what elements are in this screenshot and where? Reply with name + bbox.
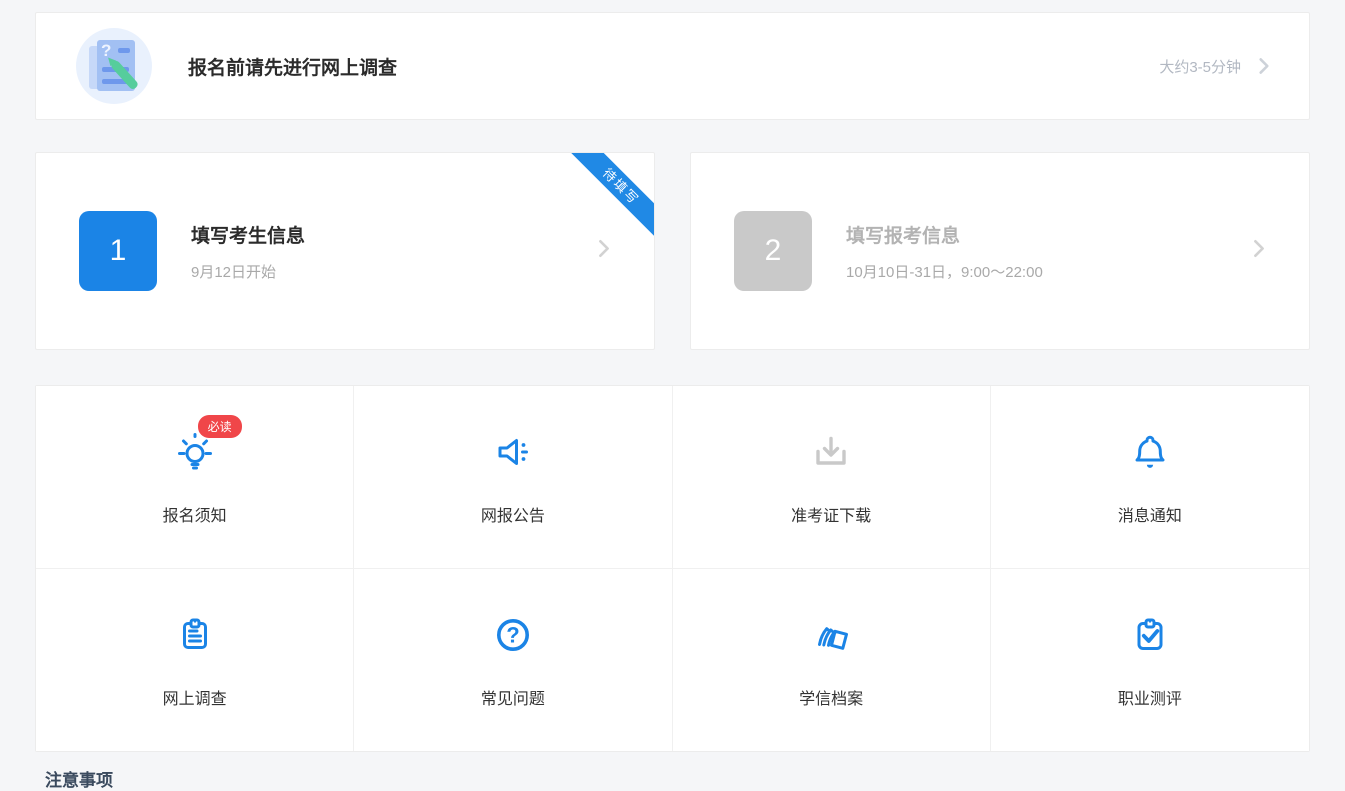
- quick-menu-grid: 必读 报名须知 网报公告 准考证下载: [35, 385, 1310, 752]
- download-icon: [807, 428, 855, 476]
- menu-item-label: 消息通知: [1118, 502, 1182, 526]
- menu-item-label: 报名须知: [163, 502, 227, 526]
- step-card-candidate-info[interactable]: 1 填写考生信息 9月12日开始 待填写: [35, 152, 655, 350]
- step-title: 填写考生信息: [191, 221, 305, 248]
- menu-item-notifications[interactable]: 消息通知: [991, 386, 1309, 569]
- menu-item-label: 网报公告: [481, 502, 545, 526]
- chevron-right-icon: [1247, 237, 1271, 261]
- menu-item-registration-notice[interactable]: 必读 报名须知: [36, 386, 354, 569]
- menu-item-label: 职业测评: [1118, 685, 1182, 709]
- survey-duration-label: 大约3-5分钟: [1159, 56, 1241, 77]
- step-number-badge: 1: [79, 211, 157, 291]
- notes-section-heading: 注意事项: [45, 766, 113, 791]
- menu-item-announcements[interactable]: 网报公告: [354, 386, 672, 569]
- menu-item-online-survey[interactable]: 网上调查: [36, 569, 354, 752]
- survey-banner-title: 报名前请先进行网上调查: [188, 53, 397, 80]
- menu-item-faq[interactable]: ? 常见问题: [354, 569, 672, 752]
- menu-item-career-assessment[interactable]: 职业测评: [991, 569, 1309, 752]
- svg-text:?: ?: [506, 622, 519, 647]
- question-icon: ?: [489, 611, 537, 659]
- menu-item-label: 准考证下载: [791, 502, 871, 526]
- chevron-right-icon: [1253, 55, 1275, 77]
- menu-item-admission-ticket-download[interactable]: 准考证下载: [673, 386, 991, 569]
- menu-item-label: 学信档案: [799, 685, 863, 709]
- step-card-application-info[interactable]: 2 填写报考信息 10月10日-31日，9:00～22:00: [690, 152, 1310, 350]
- pending-ribbon: 待填写: [570, 152, 655, 237]
- documents-fan-icon: [807, 611, 855, 659]
- chevron-right-icon: [592, 237, 616, 261]
- step-subtitle: 9月12日开始: [191, 261, 305, 282]
- menu-item-label: 网上调查: [163, 685, 227, 709]
- must-read-badge: 必读: [198, 415, 242, 438]
- bell-icon: [1126, 428, 1174, 476]
- menu-item-chsi-archive[interactable]: 学信档案: [673, 569, 991, 752]
- survey-banner[interactable]: ? 报名前请先进行网上调查 大约3-5分钟: [35, 12, 1310, 120]
- megaphone-icon: [489, 428, 537, 476]
- survey-illustration-icon: ?: [76, 28, 152, 104]
- menu-item-label: 常见问题: [481, 685, 545, 709]
- step-number-badge: 2: [734, 211, 812, 291]
- step-title: 填写报考信息: [846, 221, 1043, 248]
- clipboard-icon: [171, 611, 219, 659]
- step-subtitle: 10月10日-31日，9:00～22:00: [846, 261, 1043, 282]
- clipboard-check-icon: [1126, 611, 1174, 659]
